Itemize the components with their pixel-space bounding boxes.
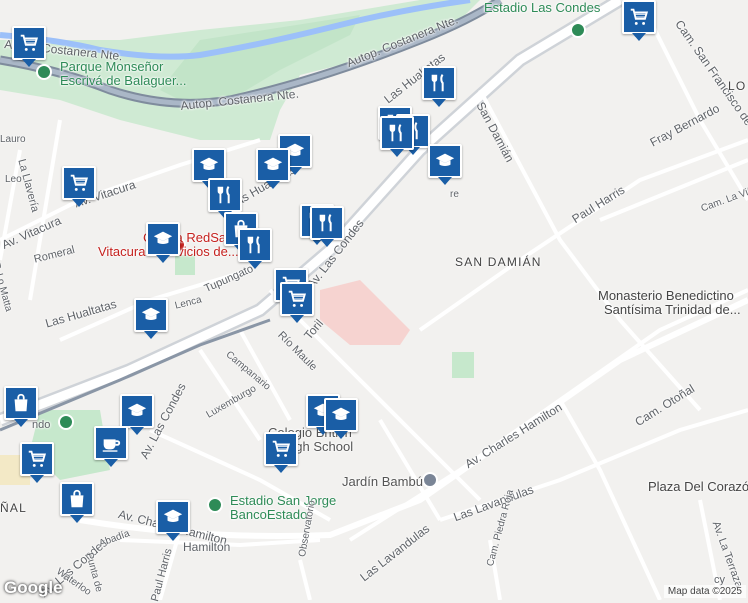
label-ndo: ndo	[32, 419, 51, 431]
graduation-cap-icon	[262, 154, 284, 176]
label-plaza-corazon[interactable]: Plaza Del Corazón	[648, 480, 748, 493]
label-lauro: Lauro	[0, 134, 26, 145]
marker-shopping-cart[interactable]	[280, 282, 314, 323]
marker-school[interactable]	[192, 148, 226, 189]
marker-restaurant[interactable]	[422, 66, 456, 107]
label-nal: ÑAL	[0, 501, 27, 515]
map-attribution: Map data ©2025	[663, 585, 746, 598]
marker-school[interactable]	[146, 222, 180, 263]
marker-school[interactable]	[428, 144, 462, 185]
label-estadio-san-jorge-2[interactable]: BancoEstado	[230, 508, 307, 521]
marker-shopping-cart[interactable]	[20, 442, 54, 483]
graduation-cap-icon	[162, 506, 184, 528]
label-leo: Leo	[5, 174, 22, 185]
label-estadio-las-condes[interactable]: Estadio Las Condes	[484, 1, 600, 14]
label-parque-monsenor[interactable]: Parque Monseñor	[60, 60, 163, 73]
label-hamilton: Hamilton	[183, 540, 231, 554]
marker-school[interactable]	[256, 148, 290, 189]
marker-restaurant[interactable]	[238, 228, 272, 269]
graduation-cap-icon	[152, 228, 174, 250]
fork-knife-icon	[386, 122, 408, 144]
fork-knife-icon	[214, 184, 236, 206]
stadium-pin-icon[interactable]	[570, 22, 586, 38]
marker-shopping-cart[interactable]	[264, 432, 298, 473]
label-parque-monsenor-2[interactable]: Escrivá de Balaguer...	[60, 74, 186, 87]
shopping-cart-icon	[26, 448, 48, 470]
label-san-damian-area: SAN DAMIÁN	[455, 255, 542, 269]
marker-shopping-cart[interactable]	[622, 0, 656, 41]
label-monasterio[interactable]: Monasterio Benedictino	[598, 289, 734, 302]
park-pin-icon[interactable]	[36, 64, 52, 80]
label-jardin-bambu[interactable]: Jardín Bambú	[342, 475, 423, 488]
shopping-bag-icon	[66, 488, 88, 510]
stadium-pin-icon[interactable]	[207, 497, 223, 513]
marker-cafe[interactable]	[94, 426, 128, 467]
marker-restaurant[interactable]	[208, 178, 242, 219]
label-monasterio-2[interactable]: Santísima Trinidad de...	[604, 303, 741, 316]
shopping-bag-icon	[10, 392, 32, 414]
marker-school[interactable]	[120, 394, 154, 435]
fork-knife-icon	[244, 234, 266, 256]
marker-school[interactable]	[324, 398, 358, 439]
label-lo: LO	[728, 79, 747, 93]
graduation-cap-icon	[140, 304, 162, 326]
marker-shopping-cart[interactable]	[62, 166, 96, 207]
marker-school[interactable]	[134, 298, 168, 339]
school-pin-icon[interactable]	[422, 472, 438, 488]
marker-school[interactable]	[156, 500, 190, 541]
metro-pin-icon[interactable]	[58, 414, 74, 430]
marker-restaurant[interactable]	[310, 206, 344, 247]
label-re: re	[450, 189, 459, 200]
marker-shopping-bag[interactable]	[4, 386, 38, 427]
graduation-cap-icon	[126, 400, 148, 422]
marker-shopping-bag[interactable]	[60, 482, 94, 523]
graduation-cap-icon	[434, 150, 456, 172]
shopping-cart-icon	[270, 438, 292, 460]
label-estadio-san-jorge[interactable]: Estadio San Jorge	[230, 494, 336, 507]
shopping-cart-icon	[628, 6, 650, 28]
graduation-cap-icon	[330, 404, 352, 426]
google-logo: Google	[4, 578, 63, 597]
marker-restaurant[interactable]	[380, 116, 414, 157]
graduation-cap-icon	[198, 154, 220, 176]
fork-knife-icon	[316, 212, 338, 234]
marker-shopping-cart[interactable]	[12, 26, 46, 67]
coffee-cup-icon	[100, 432, 122, 454]
fork-knife-icon	[428, 72, 450, 94]
shopping-cart-icon	[286, 288, 308, 310]
shopping-cart-icon	[18, 32, 40, 54]
shopping-cart-icon	[68, 172, 90, 194]
park-area	[452, 352, 474, 378]
